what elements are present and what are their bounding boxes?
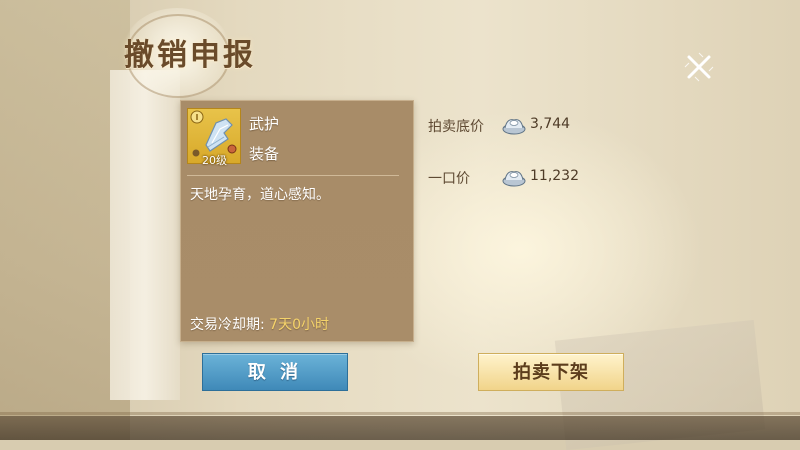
divider [187, 175, 399, 176]
cancel-button[interactable]: 取 消 [202, 353, 348, 391]
cooldown-value: 7天0小时 [269, 317, 329, 333]
item-type: 装备 [249, 145, 280, 163]
background-rail [0, 412, 800, 415]
silver-ingot-icon [502, 171, 526, 187]
dialog-title: 撤销申报 [124, 38, 256, 73]
trade-cooldown: 交易冷却期: 7天0小时 [190, 314, 329, 334]
close-icon [684, 52, 714, 82]
item-description: 天地孕育，道心感知。 [190, 187, 330, 203]
buyout-price-label: 一口价 [428, 171, 470, 187]
silver-ingot-icon [502, 119, 526, 135]
buyout-price-value: 11,232 [530, 168, 579, 184]
item-icon-slot[interactable]: 20级 [187, 108, 241, 167]
item-level-label: 20级 [202, 154, 227, 167]
delist-auction-button[interactable]: 拍卖下架 [478, 353, 624, 391]
reserve-price-label: 拍卖底价 [428, 119, 484, 135]
reserve-price-value: 3,744 [530, 116, 571, 132]
cooldown-label: 交易冷却期: [190, 317, 265, 333]
item-name: 武护 [249, 115, 280, 133]
item-card: 20级 武护 装备 天地孕育，道心感知。 交易冷却期: 7天0小时 [180, 100, 414, 342]
background-floor [0, 416, 800, 440]
close-button[interactable] [680, 48, 718, 86]
background-pillar [110, 70, 180, 400]
